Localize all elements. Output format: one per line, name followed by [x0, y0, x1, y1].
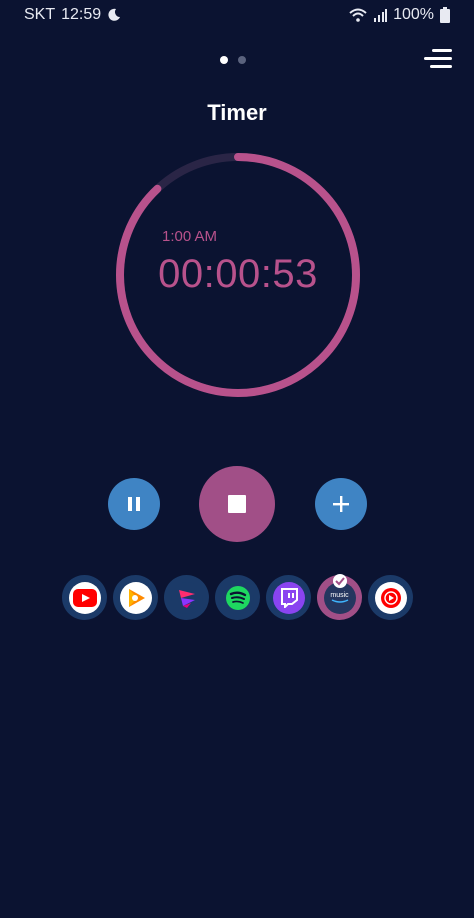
- youtube-music-icon: [380, 587, 401, 608]
- amazon-music-icon: [331, 598, 348, 603]
- signal-icon: [374, 9, 388, 22]
- stop-button[interactable]: [199, 466, 275, 542]
- music-app-icon: [178, 589, 195, 608]
- selected-check-icon: [333, 574, 347, 588]
- pause-icon: [128, 497, 140, 511]
- battery-icon: [440, 7, 450, 23]
- app-shortcuts: music: [62, 574, 413, 620]
- end-time-label: 1:00 AM: [162, 228, 218, 245]
- page-dot-1[interactable]: [220, 56, 228, 64]
- status-bar: SKT 12:59 100%: [0, 0, 474, 30]
- page-dot-2[interactable]: [238, 56, 246, 64]
- app-play-music[interactable]: [113, 575, 158, 620]
- carrier-label: SKT: [24, 6, 56, 23]
- twitch-icon: [280, 587, 298, 608]
- add-time-button[interactable]: [315, 478, 367, 530]
- plus-icon: [333, 496, 349, 512]
- wifi-icon: [349, 8, 367, 22]
- status-left: SKT 12:59: [24, 6, 121, 24]
- pause-button[interactable]: [108, 478, 160, 530]
- app-amazon-music[interactable]: music: [317, 574, 362, 620]
- moon-icon: [108, 8, 121, 21]
- battery-level: 100%: [393, 6, 434, 23]
- app-youtube[interactable]: [62, 575, 107, 620]
- app-music-3[interactable]: [164, 575, 209, 620]
- play-music-icon: [128, 588, 145, 607]
- page-indicator: [220, 56, 246, 64]
- page-title: Timer: [207, 100, 267, 125]
- app-spotify[interactable]: [215, 575, 260, 620]
- status-right: 100%: [349, 6, 450, 24]
- menu-icon[interactable]: [422, 46, 454, 72]
- youtube-icon: [72, 588, 97, 607]
- app-youtube-music[interactable]: [368, 575, 413, 620]
- clock: 12:59: [61, 6, 102, 23]
- app-twitch[interactable]: [266, 575, 311, 620]
- spotify-icon: [225, 585, 250, 610]
- time-remaining: 00:00:53: [158, 252, 318, 296]
- amazon-music-label: music: [330, 591, 349, 599]
- stop-icon: [228, 495, 246, 513]
